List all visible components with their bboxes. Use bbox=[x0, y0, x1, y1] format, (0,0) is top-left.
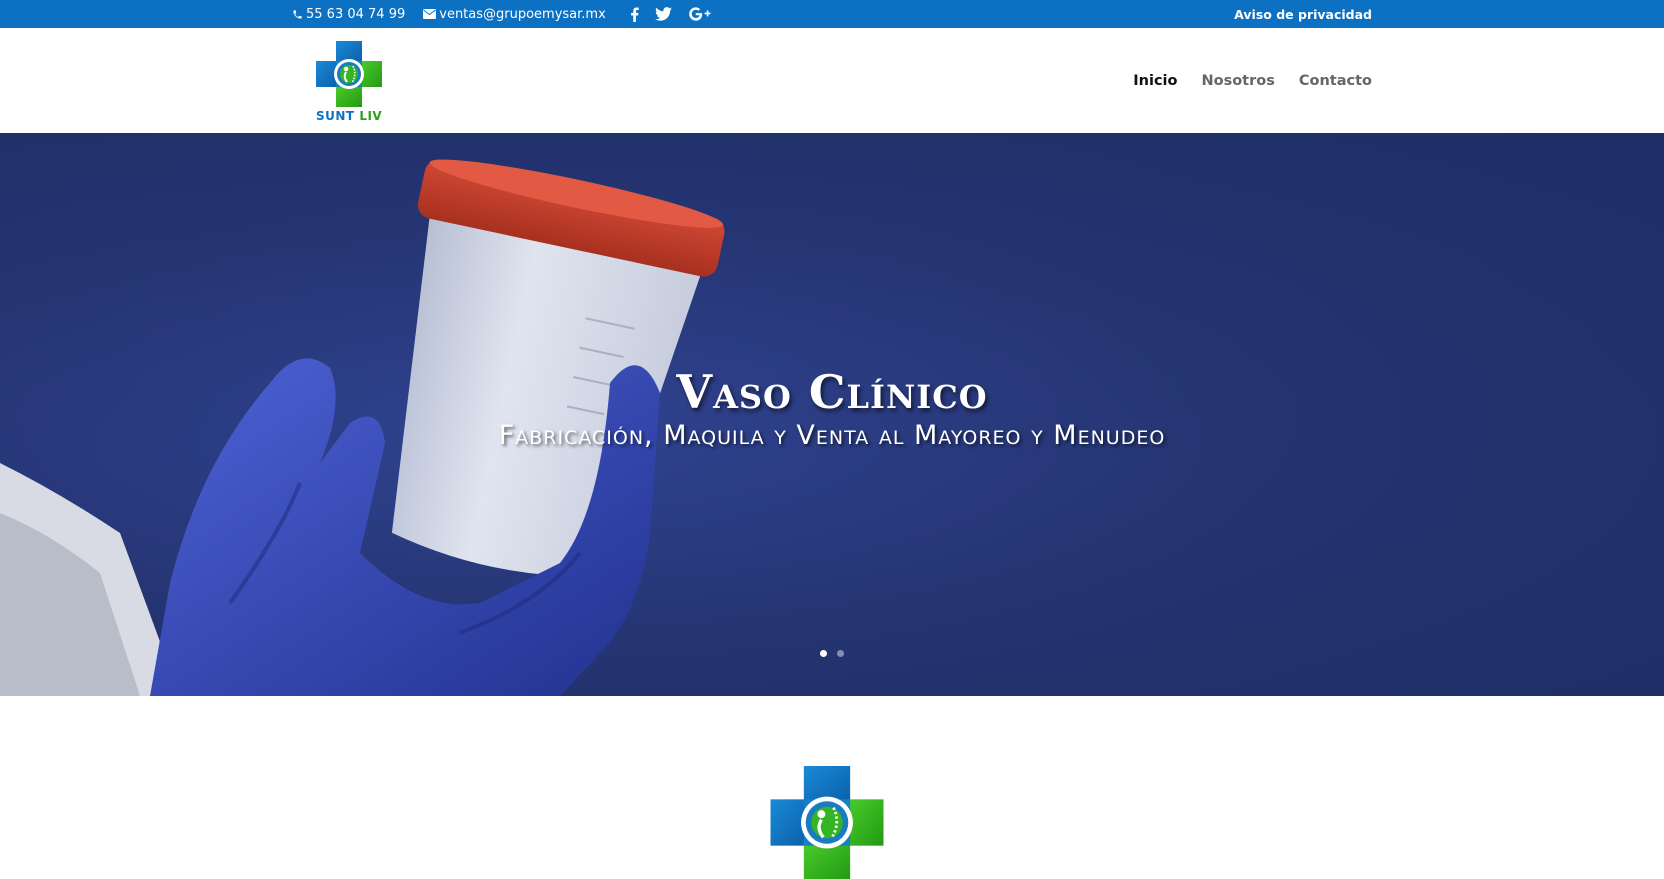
social-links bbox=[630, 6, 728, 22]
privacy-link[interactable]: Aviso de privacidad bbox=[1234, 0, 1372, 28]
content-logo bbox=[766, 766, 888, 879]
site-logo[interactable]: SUNT LIV bbox=[316, 41, 382, 125]
hero-slider: Vaso Clínico Fabricación, Maquila y Vent… bbox=[0, 133, 1664, 696]
email-text: ventas@grupoemysar.mx bbox=[439, 6, 606, 22]
slider-pagination bbox=[0, 650, 1664, 657]
top-contact: 55 63 04 74 99 ventas@grupoemysar.mx bbox=[292, 0, 728, 28]
facebook-icon[interactable] bbox=[630, 6, 639, 22]
hero-subtitle: Fabricación, Maquila y Venta al Mayoreo … bbox=[498, 420, 1166, 451]
medical-cross-logo-icon bbox=[316, 41, 382, 107]
top-bar: 55 63 04 74 99 ventas@grupoemysar.mx Avi… bbox=[0, 0, 1664, 28]
nav-inicio[interactable]: Inicio bbox=[1133, 73, 1177, 89]
logo-word-1: SUNT bbox=[316, 109, 355, 123]
nav-nosotros[interactable]: Nosotros bbox=[1201, 73, 1274, 89]
google-plus-icon[interactable] bbox=[688, 7, 712, 21]
nav-contacto[interactable]: Contacto bbox=[1299, 73, 1372, 89]
twitter-icon[interactable] bbox=[654, 7, 672, 21]
phone-icon bbox=[293, 9, 302, 19]
logo-wordmark: SUNT LIV bbox=[316, 109, 382, 123]
slide-dot-2[interactable] bbox=[837, 650, 844, 657]
mail-icon bbox=[423, 9, 437, 19]
logo-word-2: LIV bbox=[359, 109, 383, 123]
hero-title: Vaso Clínico bbox=[676, 365, 988, 419]
slide-dot-1[interactable] bbox=[820, 650, 827, 657]
phone-text: 55 63 04 74 99 bbox=[306, 6, 406, 22]
medical-cross-logo-large-icon bbox=[770, 766, 884, 879]
email-item[interactable]: ventas@grupoemysar.mx bbox=[423, 7, 606, 22]
main-header: SUNT LIV Inicio Nosotros Contacto bbox=[0, 28, 1664, 133]
main-nav: Inicio Nosotros Contacto bbox=[1109, 28, 1372, 133]
phone-item[interactable]: 55 63 04 74 99 bbox=[292, 7, 405, 22]
